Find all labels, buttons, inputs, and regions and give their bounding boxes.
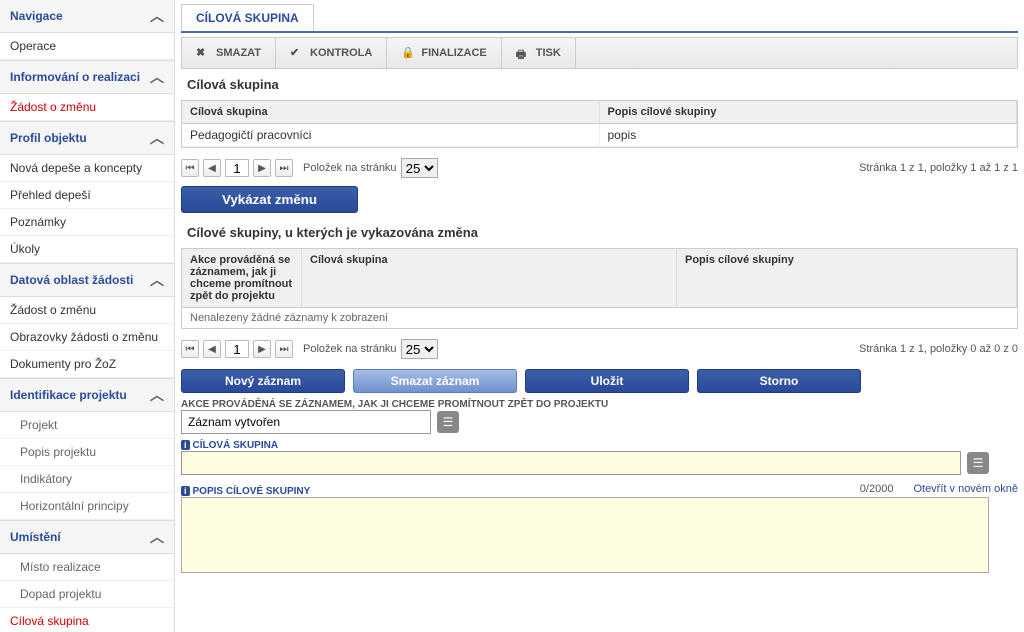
pager-2: ⏮ ◀ ▶ ⏭ Položek na stránku 25 Stránka 1 … xyxy=(181,335,1018,363)
list-picker-icon[interactable]: ☰ xyxy=(967,452,989,474)
sidebar-header-datova[interactable]: Datová oblast žádosti ︿ xyxy=(0,264,174,297)
label: SMAZAT xyxy=(216,47,261,59)
sidebar-item-indikatory[interactable]: Indikátory xyxy=(0,466,174,493)
table-row[interactable]: Pedagogičtí pracovníci popis xyxy=(182,124,1017,147)
label: TISK xyxy=(536,47,561,59)
sidebar-item-dokumenty[interactable]: Dokumenty pro ŽoZ xyxy=(0,351,174,378)
sidebar-item-obrazovky[interactable]: Obrazovky žádosti o změnu xyxy=(0,324,174,351)
sidebar-item-dopad-projektu[interactable]: Dopad projektu xyxy=(0,581,174,608)
empty-message: Nenalezeny žádné záznamy k zobrazení xyxy=(182,308,1017,328)
label: KONTROLA xyxy=(310,47,372,59)
sidebar-item-zadost-o-zmenu-top[interactable]: Žádost o změnu xyxy=(0,94,174,121)
last-page-icon[interactable]: ⏭ xyxy=(275,340,293,358)
print-icon: 🖶 xyxy=(516,46,530,60)
col-popis[interactable]: Popis cílové skupiny xyxy=(677,249,1017,307)
sidebar-header-profil[interactable]: Profil objektu ︿ xyxy=(0,122,174,155)
col-akce[interactable]: Akce prováděná se záznamem, jak ji chcem… xyxy=(182,249,302,307)
check-icon: ✔ xyxy=(290,46,304,60)
popis-label: POPIS CÍLOVÉ SKUPINY xyxy=(181,486,860,497)
sidebar-header-informovani[interactable]: Informování o realizaci ︿ xyxy=(0,61,174,94)
sidebar-item-nova-depese[interactable]: Nová depeše a koncepty xyxy=(0,155,174,182)
sidebar-item-horizontalni[interactable]: Horizontální principy xyxy=(0,493,174,520)
open-new-window-link[interactable]: Otevřít v novém okně xyxy=(913,483,1018,495)
sidebar-header-navigace[interactable]: Navigace ︿ xyxy=(0,0,174,33)
char-counter: 0/2000 xyxy=(860,483,894,495)
label: Navigace xyxy=(10,9,63,23)
per-page-select[interactable]: 25 xyxy=(401,339,438,359)
per-page-select[interactable]: 25 xyxy=(401,158,438,178)
per-page-label: Položek na stránku xyxy=(303,162,397,174)
label: Datová oblast žádosti xyxy=(10,273,133,287)
tisk-button[interactable]: 🖶 TISK xyxy=(502,38,576,68)
toolbar: ✖ SMAZAT ✔ KONTROLA 🔒 FINALIZACE 🖶 TISK xyxy=(181,37,1018,69)
smazat-zaznam-button[interactable]: Smazat záznam xyxy=(353,369,517,393)
prev-page-icon[interactable]: ◀ xyxy=(203,340,221,358)
akce-input[interactable] xyxy=(181,410,431,434)
cell-a: Pedagogičtí pracovníci xyxy=(182,124,600,146)
label: Identifikace projektu xyxy=(10,388,127,402)
pager-info: Stránka 1 z 1, položky 0 až 0 z 0 xyxy=(859,343,1018,355)
ulozit-button[interactable]: Uložit xyxy=(525,369,689,393)
col-popis[interactable]: Popis cílové skupiny xyxy=(600,101,1018,123)
list-picker-icon[interactable]: ☰ xyxy=(437,411,459,433)
novy-zaznam-button[interactable]: Nový záznam xyxy=(181,369,345,393)
sidebar-item-misto-realizace[interactable]: Místo realizace xyxy=(0,554,174,581)
tab-strip: CÍLOVÁ SKUPINA xyxy=(181,4,1018,33)
popis-textarea[interactable] xyxy=(181,497,989,573)
chevron-up-icon: ︿ xyxy=(150,270,164,290)
cilova-skupina-input[interactable] xyxy=(181,451,961,475)
cell-b: popis xyxy=(600,124,1018,146)
action-button-row: Nový záznam Smazat záznam Uložit Storno xyxy=(181,369,861,393)
tab-cilova-skupina[interactable]: CÍLOVÁ SKUPINA xyxy=(181,4,314,31)
section-title-1: Cílová skupina xyxy=(181,69,1018,100)
label: FINALIZACE xyxy=(421,47,486,59)
sidebar-item-zadost-o-zmenu[interactable]: Žádost o změnu xyxy=(0,297,174,324)
grid-zmeny: Akce prováděná se záznamem, jak ji chcem… xyxy=(181,248,1018,329)
col-cilova[interactable]: Cílová skupina xyxy=(302,249,677,307)
per-page-label: Položek na stránku xyxy=(303,343,397,355)
first-page-icon[interactable]: ⏮ xyxy=(181,340,199,358)
sidebar-item-popis-projektu[interactable]: Popis projektu xyxy=(0,439,174,466)
sidebar-item-operace[interactable]: Operace xyxy=(0,33,174,60)
sidebar-item-ukoly[interactable]: Úkoly xyxy=(0,236,174,263)
sidebar-item-poznamky[interactable]: Poznámky xyxy=(0,209,174,236)
chevron-up-icon: ︿ xyxy=(150,128,164,148)
sidebar-header-umisteni[interactable]: Umístění ︿ xyxy=(0,521,174,554)
vykazat-zmenu-button[interactable]: Vykázat změnu xyxy=(181,186,358,213)
section-title-2: Cílové skupiny, u kterých je vykazována … xyxy=(181,217,1018,248)
chevron-up-icon: ︿ xyxy=(150,527,164,547)
sidebar: Navigace ︿ Operace Informování o realiza… xyxy=(0,0,175,632)
grid-cilova-skupina: Cílová skupina Popis cílové skupiny Peda… xyxy=(181,100,1018,148)
storno-button[interactable]: Storno xyxy=(697,369,861,393)
pager-info: Stránka 1 z 1, položky 1 až 1 z 1 xyxy=(859,162,1018,174)
next-page-icon[interactable]: ▶ xyxy=(253,340,271,358)
smazat-button[interactable]: ✖ SMAZAT xyxy=(182,38,276,68)
sidebar-item-cilova-skupina[interactable]: Cílová skupina xyxy=(0,608,174,632)
label: Umístění xyxy=(10,530,61,544)
pager-1: ⏮ ◀ ▶ ⏭ Položek na stránku 25 Stránka 1 … xyxy=(181,154,1018,182)
first-page-icon[interactable]: ⏮ xyxy=(181,159,199,177)
cilova-label: CÍLOVÁ SKUPINA xyxy=(181,440,1018,451)
lock-icon: 🔒 xyxy=(401,46,415,60)
last-page-icon[interactable]: ⏭ xyxy=(275,159,293,177)
page-input[interactable] xyxy=(225,159,249,177)
next-page-icon[interactable]: ▶ xyxy=(253,159,271,177)
finalizace-button[interactable]: 🔒 FINALIZACE xyxy=(387,38,501,68)
label: Informování o realizaci xyxy=(10,70,140,84)
col-cilova-skupina[interactable]: Cílová skupina xyxy=(182,101,600,123)
chevron-up-icon: ︿ xyxy=(150,67,164,87)
main: CÍLOVÁ SKUPINA ✖ SMAZAT ✔ KONTROLA 🔒 FIN… xyxy=(175,0,1024,632)
prev-page-icon[interactable]: ◀ xyxy=(203,159,221,177)
label: Profil objektu xyxy=(10,131,87,145)
sidebar-item-projekt[interactable]: Projekt xyxy=(0,412,174,439)
page-input[interactable] xyxy=(225,340,249,358)
chevron-up-icon: ︿ xyxy=(150,385,164,405)
chevron-up-icon: ︿ xyxy=(150,6,164,26)
delete-icon: ✖ xyxy=(196,46,210,60)
kontrola-button[interactable]: ✔ KONTROLA xyxy=(276,38,387,68)
sidebar-item-prehled-depesi[interactable]: Přehled depeší xyxy=(0,182,174,209)
sidebar-header-identifikace[interactable]: Identifikace projektu ︿ xyxy=(0,379,174,412)
akce-label: AKCE PROVÁDĚNÁ SE ZÁZNAMEM, JAK JI CHCEM… xyxy=(181,399,1018,410)
